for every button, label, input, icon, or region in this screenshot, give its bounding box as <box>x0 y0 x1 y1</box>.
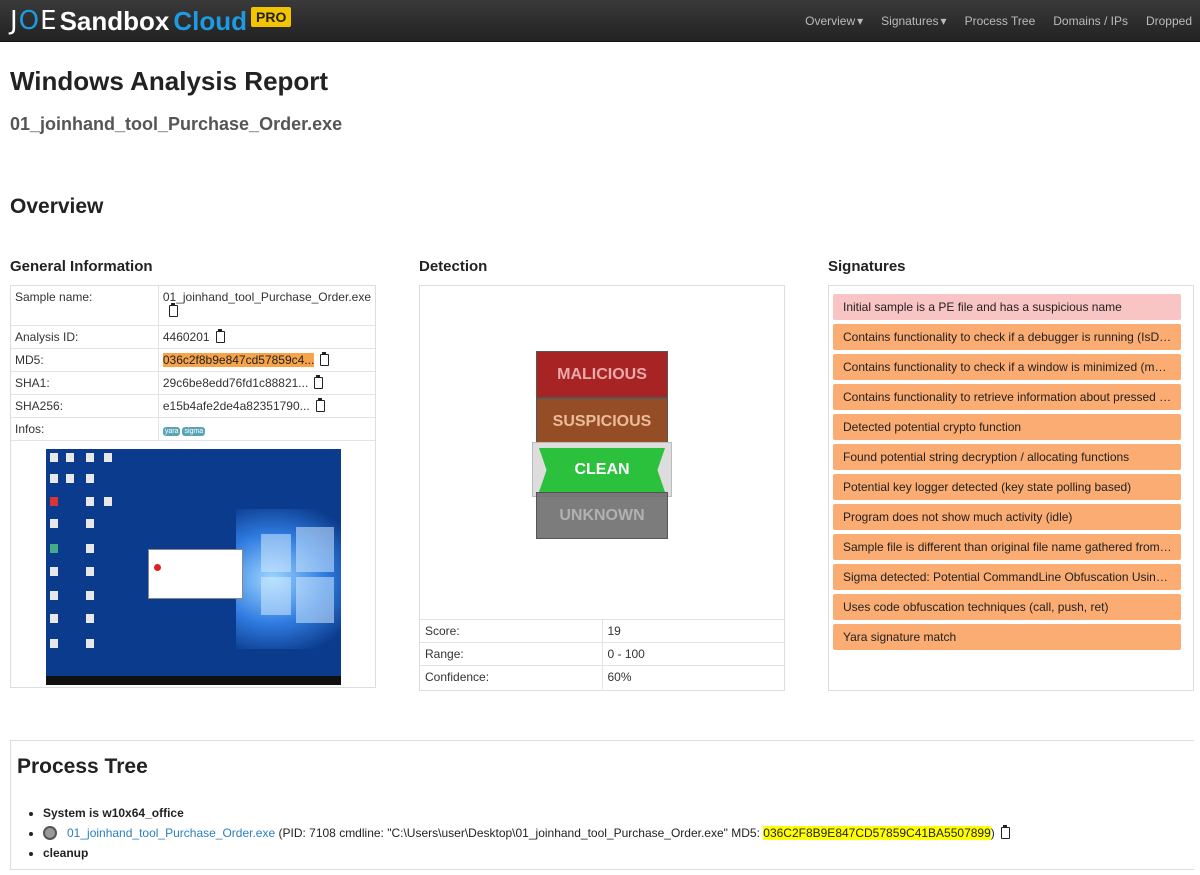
nav-overview[interactable]: Overview ▾ <box>805 14 863 28</box>
score-value: 19 <box>602 619 784 643</box>
analysis-id-value: 4460201 <box>158 325 375 349</box>
signature-item[interactable]: Uses code obfuscation techniques (call, … <box>833 594 1181 620</box>
process-info: (PID: 7108 cmdline: "C:\Users\user\Deskt… <box>275 826 764 840</box>
list-item: cleanup <box>43 843 1010 863</box>
signatures-heading: Signatures <box>828 258 906 275</box>
error-icon <box>154 564 161 571</box>
sample-name-value: 01_joinhand_tool_Purchase_Order.exe <box>158 286 375 326</box>
table-row: Score: 19 <box>420 619 784 643</box>
confidence-value: 60% <box>602 665 784 689</box>
sample-screenshot-thumbnail[interactable] <box>46 449 341 685</box>
cleanup-label: cleanup <box>43 846 89 860</box>
page-title: Windows Analysis Report <box>10 66 329 96</box>
clipboard-icon[interactable] <box>215 328 225 343</box>
sha256-label: SHA256: <box>11 394 159 418</box>
table-row: SHA1: 29c6be8edd76fd1c88821... <box>11 371 375 395</box>
yara-tag[interactable]: yara <box>162 426 181 436</box>
signature-item[interactable]: Sample file is different than original f… <box>833 534 1181 560</box>
process-tree-list: System is w10x64_office 01_joinhand_tool… <box>43 803 1010 863</box>
md5-label: MD5: <box>11 348 159 372</box>
process-link[interactable]: 01_joinhand_tool_Purchase_Order.exe <box>67 826 275 840</box>
sample-name-label: Sample name: <box>11 286 159 326</box>
system-info: System is w10x64_office <box>43 806 184 820</box>
general-info-table: Sample name: 01_joinhand_tool_Purchase_O… <box>11 286 375 441</box>
process-md5: 036C2F8B9E847CD57859C41BA5507899 <box>763 826 991 840</box>
sha256-value: e15b4afe2de4a82351790... <box>158 394 375 418</box>
process-icon <box>43 826 57 840</box>
nav-process-tree[interactable]: Process Tree <box>965 14 1036 28</box>
detection-heading: Detection <box>419 258 488 275</box>
signatures-panel: Initial sample is a PE file and has a su… <box>828 285 1194 691</box>
joe-sandbox-logo[interactable]: JOE Sandbox Cloud PRO <box>10 5 292 37</box>
range-label: Range: <box>420 642 603 666</box>
sigma-tag[interactable]: sigma <box>182 426 206 436</box>
clean-level: CLEAN <box>539 448 665 492</box>
logo-cloud: Cloud <box>173 5 248 36</box>
chevron-down-icon: ▾ <box>940 14 947 28</box>
nav-dropped[interactable]: Dropped <box>1146 14 1192 28</box>
signature-item[interactable]: Program does not show much activity (idl… <box>833 504 1181 530</box>
confidence-label: Confidence: <box>420 665 603 689</box>
general-info-panel: Sample name: 01_joinhand_tool_Purchase_O… <box>10 285 376 688</box>
sha1-label: SHA1: <box>11 371 159 395</box>
signature-item[interactable]: Initial sample is a PE file and has a su… <box>833 294 1181 320</box>
overview-heading: Overview <box>10 195 104 218</box>
table-row: SHA256: e15b4afe2de4a82351790... <box>11 394 375 418</box>
range-value: 0 - 100 <box>602 642 784 666</box>
process-tree-heading: Process Tree <box>17 755 148 778</box>
process-tree-panel: Process Tree System is w10x64_office 01_… <box>10 740 1194 870</box>
sha1-value: 29c6be8edd76fd1c88821... <box>158 371 375 395</box>
logo-pro-badge: PRO <box>251 7 292 27</box>
list-item: 01_joinhand_tool_Purchase_Order.exe (PID… <box>43 823 1010 843</box>
signature-item[interactable]: Yara signature match <box>833 624 1181 650</box>
nav-signatures[interactable]: Signatures ▾ <box>881 14 946 28</box>
signature-item[interactable]: Found potential string decryption / allo… <box>833 444 1181 470</box>
suspicious-level: SUSPICIOUS <box>536 398 668 445</box>
clipboard-icon[interactable] <box>320 351 330 366</box>
malicious-level: MALICIOUS <box>536 351 668 398</box>
error-dialog <box>148 549 243 599</box>
table-row: Sample name: 01_joinhand_tool_Purchase_O… <box>11 286 375 326</box>
chevron-down-icon: ▾ <box>857 14 864 28</box>
table-row: MD5: 036c2f8b9e847cd57859c4... <box>11 348 375 372</box>
signature-item[interactable]: Potential key logger detected (key state… <box>833 474 1181 500</box>
file-name-heading: 01_joinhand_tool_Purchase_Order.exe <box>10 114 343 134</box>
clipboard-icon[interactable] <box>168 303 178 317</box>
clipboard-icon[interactable] <box>314 374 324 389</box>
clean-level-selected: CLEAN <box>532 442 672 497</box>
score-label: Score: <box>420 619 603 643</box>
list-item: System is w10x64_office <box>43 803 1010 823</box>
analysis-id-label: Analysis ID: <box>11 325 159 349</box>
signature-item[interactable]: Detected potential crypto function <box>833 414 1181 440</box>
table-row: Infos: yara sigma <box>11 417 375 441</box>
nav-domains-ips[interactable]: Domains / IPs <box>1053 14 1128 28</box>
signature-item[interactable]: Sigma detected: Potential CommandLine Ob… <box>833 564 1181 590</box>
signature-item[interactable]: Contains functionality to check if a deb… <box>833 324 1181 350</box>
unknown-level: UNKNOWN <box>536 492 668 539</box>
clipboard-icon[interactable] <box>1000 825 1010 839</box>
infos-value: yara sigma <box>158 417 375 441</box>
logo-joe: JOE <box>10 6 58 36</box>
signature-item[interactable]: Contains functionality to check if a win… <box>833 354 1181 380</box>
infos-label: Infos: <box>11 417 159 441</box>
taskbar <box>46 676 341 685</box>
logo-sandbox: Sandbox <box>59 5 170 36</box>
signature-item[interactable]: Contains functionality to retrieve infor… <box>833 384 1181 410</box>
table-row: Range: 0 - 100 <box>420 642 784 666</box>
top-navbar: JOE Sandbox Cloud PRO Overview ▾ Signatur… <box>0 0 1200 42</box>
detection-score-table: Score: 19 Range: 0 - 100 Confidence: 60% <box>420 619 784 689</box>
nav-links: Overview ▾ Signatures ▾ Process Tree Domai… <box>805 0 1192 42</box>
table-row: Confidence: 60% <box>420 665 784 689</box>
table-row: Analysis ID: 4460201 <box>11 325 375 349</box>
md5-value: 036c2f8b9e847cd57859c4... <box>158 348 375 372</box>
detection-panel: MALICIOUS SUSPICIOUS CLEAN UNKNOWN Score… <box>419 285 785 691</box>
general-info-heading: General Information <box>10 258 153 275</box>
clipboard-icon[interactable] <box>315 397 325 412</box>
